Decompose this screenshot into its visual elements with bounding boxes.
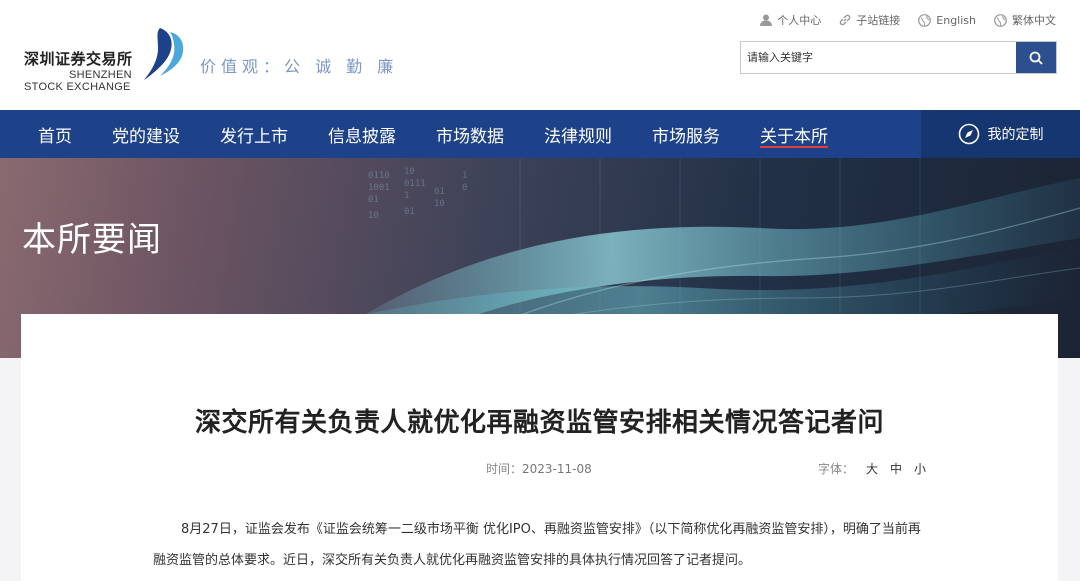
svg-text:1: 1 xyxy=(404,191,409,201)
svg-text:10: 10 xyxy=(404,167,415,177)
font-size-medium[interactable]: 中 xyxy=(890,460,902,477)
compass-icon xyxy=(958,123,979,145)
svg-text:0: 0 xyxy=(462,183,467,193)
article-paragraph: 8月27日，证监会发布《证监会统筹一二级市场平衡 优化IPO、再融资监管安排》（… xyxy=(153,522,921,568)
svg-text:0110: 0110 xyxy=(368,171,390,181)
nav-item-home[interactable]: 首页 xyxy=(0,110,92,158)
svg-text:10: 10 xyxy=(368,211,379,221)
nav-item-market-data[interactable]: 市场数据 xyxy=(416,110,524,158)
svg-text:01: 01 xyxy=(434,187,445,197)
svg-text:0111: 0111 xyxy=(404,179,426,189)
font-size-label: 字体： xyxy=(818,462,855,476)
svg-text:1001: 1001 xyxy=(368,183,390,193)
english-label: English xyxy=(936,13,976,27)
sub-site-label: 子站链接 xyxy=(856,14,901,27)
article-time: 时间：2023-11-08 xyxy=(486,460,592,477)
personal-center-label: 个人中心 xyxy=(777,14,822,27)
traditional-chinese-label: 繁体中文 xyxy=(1012,14,1056,27)
article-card: 深交所有关负责人就优化再融资监管安排相关情况答记者问 时间：2023-11-08… xyxy=(21,314,1058,581)
article-title: 深交所有关负责人就优化再融资监管安排相关情况答记者问 xyxy=(194,408,884,438)
english-link[interactable]: English xyxy=(918,12,976,28)
traditional-chinese-link[interactable]: 繁体中文 xyxy=(994,12,1056,28)
personal-center-link[interactable]: 个人中心 xyxy=(760,12,821,28)
svg-text:10: 10 xyxy=(434,199,445,209)
site-search xyxy=(740,41,1057,74)
nav-item-about[interactable]: 关于本所 xyxy=(740,110,848,158)
font-size-small[interactable]: 小 xyxy=(914,460,926,477)
szse-logo[interactable]: 深圳证券交易所 SHENZHEN STOCK EXCHANGE xyxy=(24,26,189,96)
link-icon xyxy=(840,14,851,26)
globe-icon xyxy=(918,13,932,27)
banner-title: 本所要闻 xyxy=(22,220,162,260)
nav-item-disclosure[interactable]: 信息披露 xyxy=(308,110,416,158)
main-nav: 首页 党的建设 发行上市 信息披露 市场数据 法律规则 市场服务 关于本所 我的… xyxy=(0,110,1080,158)
logo-mark-icon xyxy=(144,28,184,80)
svg-text:1: 1 xyxy=(462,171,467,181)
logo-name-en-line2: STOCK EXCHANGE xyxy=(24,81,131,93)
time-value: 2023-11-08 xyxy=(522,462,592,476)
logo-name-en-line1: SHENZHEN xyxy=(69,69,132,81)
nav-item-party-building[interactable]: 党的建设 xyxy=(92,110,200,158)
font-size-switcher: 字体： 大 中 小 xyxy=(818,460,926,477)
search-button[interactable] xyxy=(1016,42,1056,73)
time-label: 时间： xyxy=(486,462,523,476)
logo-name-cn: 深圳证券交易所 xyxy=(24,50,133,68)
nav-item-market-services[interactable]: 市场服务 xyxy=(632,110,740,158)
search-icon xyxy=(1029,51,1043,65)
sub-site-links[interactable]: 子站链接 xyxy=(839,12,900,28)
nav-item-listing[interactable]: 发行上市 xyxy=(200,110,308,158)
globe-icon xyxy=(994,13,1007,27)
top-utility-links: 个人中心 子站链接 English 繁体中文 xyxy=(760,12,1056,28)
search-input[interactable] xyxy=(741,42,1016,73)
site-header: 深圳证券交易所 SHENZHEN STOCK EXCHANGE 价值观：公 诚 … xyxy=(0,0,1080,110)
core-values-slogan: 价值观：公 诚 勤 廉 xyxy=(200,57,399,76)
my-customization-label: 我的定制 xyxy=(987,127,1044,143)
svg-text:01: 01 xyxy=(404,207,415,217)
nav-item-rules[interactable]: 法律规则 xyxy=(524,110,632,158)
my-customization-button[interactable]: 我的定制 xyxy=(921,110,1080,158)
user-icon xyxy=(760,14,773,26)
font-size-large[interactable]: 大 xyxy=(866,460,878,477)
svg-text:01: 01 xyxy=(368,195,379,205)
